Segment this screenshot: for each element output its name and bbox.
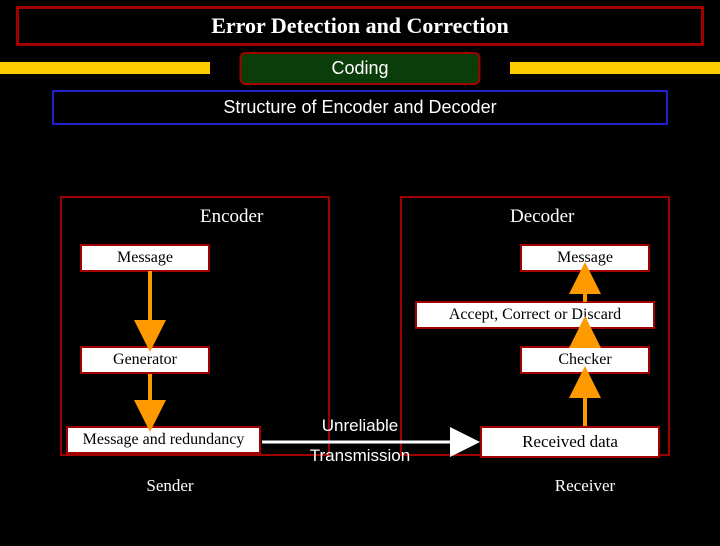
encoder-message-box: Message (80, 244, 210, 272)
encoder-label: Encoder (200, 206, 263, 228)
received-data-box: Received data (480, 426, 660, 458)
page-title: Error Detection and Correction (16, 6, 704, 46)
arrow-msg-to-generator (140, 271, 160, 346)
checker-box: Checker (520, 346, 650, 374)
accept-correct-discard-box: Accept, Correct or Discard (415, 301, 655, 329)
arrow-checker-to-acd (575, 326, 595, 348)
arrow-generator-to-redundancy (140, 374, 160, 426)
coding-pill: Coding (239, 52, 480, 85)
decoder-label: Decoder (510, 206, 574, 228)
generator-box: Generator (80, 346, 210, 374)
arrow-acd-to-message (575, 270, 595, 302)
decoder-message-box: Message (520, 244, 650, 272)
arrow-received-to-checker (575, 374, 595, 426)
arrow-transmission (262, 432, 482, 452)
subtitle: Structure of Encoder and Decoder (52, 90, 668, 125)
sender-caption: Sender (120, 476, 220, 496)
divider-left (0, 62, 210, 74)
encoder-container (60, 196, 330, 456)
message-redundancy-box: Message and redundancy (66, 426, 261, 454)
receiver-caption: Receiver (535, 476, 635, 496)
divider-right (510, 62, 720, 74)
diagram-stage: Encoder Decoder Message Generator Messag… (0, 166, 720, 546)
